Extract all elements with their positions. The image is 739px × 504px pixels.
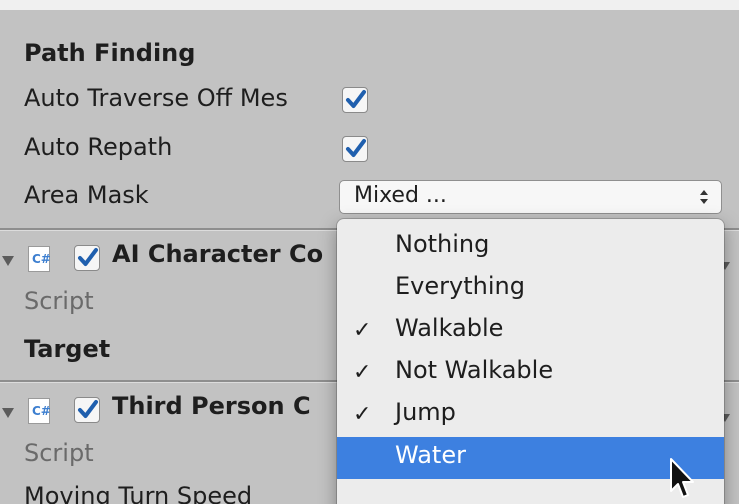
menu-item-label: Not Walkable [395,356,554,384]
path-finding-header: Path Finding [24,39,196,67]
menu-item-water[interactable]: Water [337,437,724,479]
ai-component-title: AI Character Co [112,240,324,268]
checkmark-icon [346,139,366,157]
third-person-enabled-checkbox[interactable] [74,397,100,423]
menu-item-check: ✓ [353,402,372,427]
area-mask-dropdown[interactable]: Mixed ... [339,180,722,214]
top-strip [0,0,739,10]
foldout-arrow-icon[interactable] [2,256,14,266]
menu-item-label: Water [395,441,466,469]
foldout-arrow-icon[interactable] [2,408,14,418]
menu-item-label: Nothing [395,230,490,258]
menu-item-nothing[interactable]: Nothing [337,226,724,268]
mouse-cursor-icon [670,458,694,498]
auto-traverse-checkbox[interactable] [342,87,368,113]
moving-turn-speed-label: Moving Turn Speed [24,482,253,504]
menu-item-label: Jump [395,398,456,426]
menu-item-label: Everything [395,272,525,300]
csharp-script-icon: C# [28,398,51,424]
menu-item-everything[interactable]: Everything [337,268,724,310]
area-mask-label: Area Mask [24,181,149,209]
menu-item-jump[interactable]: ✓ Jump [337,394,724,436]
target-label: Target [24,335,111,363]
ai-component-enabled-checkbox[interactable] [74,245,100,271]
area-mask-menu: Nothing Everything ✓ Walkable ✓ Not Walk… [337,219,724,504]
checkmark-icon [78,400,98,418]
updown-arrows-icon [700,190,708,204]
menu-item-not-walkable[interactable]: ✓ Not Walkable [337,352,724,394]
third-person-script-label: Script [24,439,94,467]
auto-repath-checkbox[interactable] [342,136,368,162]
third-person-title: Third Person C [112,392,311,420]
ai-script-label: Script [24,287,94,315]
area-mask-value: Mixed ... [354,183,447,208]
checkmark-icon [78,248,98,266]
menu-item-label: Walkable [395,314,504,342]
auto-repath-label: Auto Repath [24,133,173,161]
menu-item-check: ✓ [353,318,372,343]
menu-item-walkable[interactable]: ✓ Walkable [337,310,724,352]
auto-traverse-label: Auto Traverse Off Mes [24,84,288,112]
checkmark-icon [346,90,366,108]
menu-item-check: ✓ [353,360,372,385]
csharp-script-icon: C# [28,246,51,272]
inspector-viewport: Path Finding Auto Traverse Off Mes Auto … [0,0,739,504]
